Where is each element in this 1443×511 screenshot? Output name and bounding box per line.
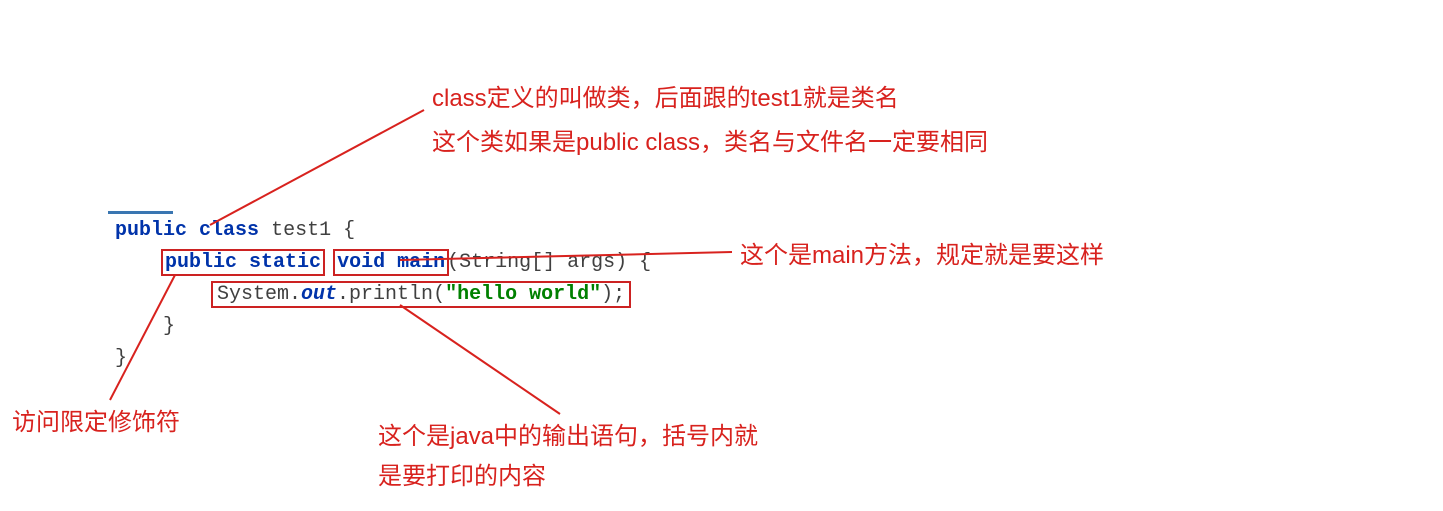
println: .println( bbox=[337, 283, 445, 306]
out-field: out bbox=[301, 283, 337, 306]
sys: System. bbox=[217, 283, 301, 306]
anno-class-def-line1: class定义的叫做类，后面跟的test1就是类名 bbox=[432, 80, 899, 118]
kw-public: public bbox=[115, 219, 187, 242]
close-brace-outer: } bbox=[115, 347, 127, 370]
anno-main-method: 这个是main方法，规定就是要这样 bbox=[740, 237, 1104, 275]
kw-public-static: public static bbox=[165, 251, 321, 274]
stmt-end: ); bbox=[601, 283, 625, 306]
editor-selection-bar bbox=[108, 211, 173, 214]
anno-println-line2: 是要打印的内容 bbox=[378, 458, 546, 496]
code-snippet: public class test1 { public static void … bbox=[115, 215, 651, 375]
anno-access-modifier: 访问限定修饰符 bbox=[12, 404, 180, 442]
box-void-main: void main bbox=[333, 249, 449, 276]
kw-void-main: void main bbox=[337, 251, 445, 274]
close-brace-inner: } bbox=[115, 315, 175, 338]
brace-open: { bbox=[331, 219, 355, 242]
anno-println-line1: 这个是java中的输出语句，括号内就 bbox=[378, 418, 758, 456]
class-name: test1 bbox=[271, 219, 331, 242]
box-println: System.out.println("hello world"); bbox=[211, 281, 631, 308]
indent bbox=[115, 251, 163, 274]
diagram-canvas: public class test1 { public static void … bbox=[0, 0, 1443, 511]
string-literal: "hello world" bbox=[445, 283, 601, 306]
anno-class-def-line2: 这个类如果是public class，类名与文件名一定要相同 bbox=[432, 124, 988, 162]
indent2 bbox=[115, 283, 211, 306]
kw-class: class bbox=[199, 219, 259, 242]
box-public-static: public static bbox=[161, 249, 325, 276]
main-args: (String[] args) { bbox=[447, 251, 651, 274]
